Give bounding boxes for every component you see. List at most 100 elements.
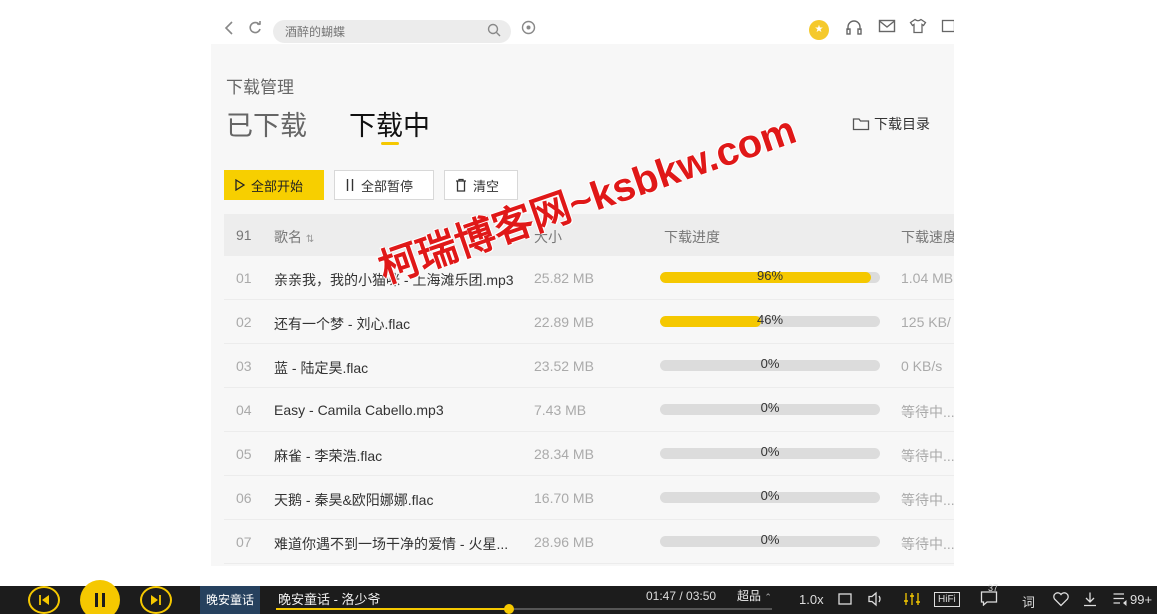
- search-input[interactable]: [285, 20, 475, 43]
- clear-label: 清空: [473, 178, 500, 194]
- search-icon[interactable]: [487, 23, 501, 37]
- download-icon[interactable]: [1082, 591, 1098, 610]
- playback-time: 01:47 / 03:50: [646, 589, 717, 603]
- row-index: 02: [236, 314, 252, 330]
- download-percent: 0%: [760, 400, 780, 415]
- song-name: Easy - Camila Cabello.mp3: [274, 402, 444, 418]
- playback-progress-knob[interactable]: [504, 604, 515, 614]
- download-percent: 0%: [760, 444, 780, 459]
- column-name-label: 歌名: [274, 229, 302, 245]
- file-size: 28.34 MB: [534, 446, 594, 462]
- download-percent: 0%: [760, 356, 780, 371]
- folder-icon: [852, 118, 870, 131]
- playlist-icon[interactable]: [1112, 591, 1128, 610]
- song-name: 难道你遇不到一场干净的爱情 - 火星...: [274, 536, 509, 552]
- search-box: [273, 20, 511, 43]
- song-count: 91: [236, 227, 252, 243]
- playback-progress-fill: [276, 608, 510, 610]
- download-percent: 0%: [760, 532, 780, 547]
- mail-icon[interactable]: [878, 18, 900, 44]
- download-speed: 等待中...: [901, 448, 954, 464]
- menu-icon[interactable]: [941, 18, 954, 44]
- app-window: ★ 下载管理 已下载 下载中 下载目录 全部开始: [0, 0, 1157, 614]
- table-row[interactable]: 05 麻雀 - 李荣浩.flac 28.34 MB 0% 等待中...: [224, 432, 954, 476]
- table-row[interactable]: 07 难道你遇不到一场干净的爱情 - 火星... 28.96 MB 0% 等待中...: [224, 520, 954, 564]
- column-progress: 下载进度: [664, 229, 720, 245]
- download-percent: 0%: [760, 488, 780, 503]
- table-row[interactable]: 02 还有一个梦 - 刘心.flac 22.89 MB 46% 125 KB/: [224, 300, 954, 344]
- favorite-icon[interactable]: [1052, 591, 1070, 610]
- song-name: 麻雀 - 李荣浩.flac: [274, 448, 383, 464]
- file-size: 16.70 MB: [534, 490, 594, 506]
- playlist-count: 99+: [1130, 592, 1153, 607]
- file-size: 7.43 MB: [534, 402, 587, 418]
- song-name: 还有一个梦 - 刘心.flac: [274, 316, 411, 332]
- trash-icon: [456, 178, 466, 192]
- table-row[interactable]: 04 Easy - Camila Cabello.mp3 7.43 MB 0% 等待中.…: [224, 388, 954, 432]
- file-size: 28.96 MB: [534, 534, 594, 550]
- refresh-icon[interactable]: [245, 20, 265, 42]
- download-speed: 等待中...: [901, 404, 954, 420]
- back-icon[interactable]: [219, 20, 239, 42]
- start-all-label: 全部开始: [251, 178, 304, 194]
- equalizer-icon[interactable]: [903, 591, 921, 610]
- file-size: 23.52 MB: [534, 358, 594, 374]
- sort-icon[interactable]: ⇅: [306, 234, 314, 245]
- file-size: 22.89 MB: [534, 314, 594, 330]
- table-row[interactable]: 01 亲亲我，我的小猫咪 - 上海滩乐团.mp3 25.82 MB 96% 1.04 M…: [224, 256, 954, 300]
- album-cover[interactable]: 晚安童话: [200, 586, 260, 614]
- row-index: 01: [236, 270, 252, 286]
- headphone-icon[interactable]: [845, 18, 867, 44]
- chevron-up-icon: ⌃: [764, 592, 772, 602]
- column-name[interactable]: 歌名 ⇅: [274, 227, 314, 247]
- pause-all-button[interactable]: 全部暂停: [334, 170, 434, 200]
- row-index: 04: [236, 402, 252, 418]
- tab-downloaded[interactable]: 已下载: [226, 104, 307, 143]
- song-name: 蓝 - 陆定昊.flac: [274, 360, 369, 376]
- row-index: 05: [236, 446, 252, 462]
- comment-count: 37: [988, 583, 999, 593]
- playback-speed-button[interactable]: 1.0x: [799, 592, 824, 607]
- download-speed: 等待中...: [901, 492, 954, 508]
- table-row[interactable]: 03 蓝 - 陆定昊.flac 23.52 MB 0% 0 KB/s: [224, 344, 954, 388]
- row-index: 03: [236, 358, 252, 374]
- page-breadcrumb: 下载管理: [226, 78, 294, 97]
- play-mode-icon[interactable]: [837, 591, 853, 610]
- download-percent: 46%: [756, 312, 784, 327]
- download-speed: 125 KB/: [901, 314, 951, 330]
- download-directory-link[interactable]: 下载目录: [852, 114, 930, 134]
- download-speed: 等待中...: [901, 536, 954, 552]
- row-index: 06: [236, 490, 252, 506]
- pause-playback-icon[interactable]: [80, 580, 120, 614]
- table-row[interactable]: 06 天鹅 - 秦昊&欧阳娜娜.flac 16.70 MB 0% 等待中...: [224, 476, 954, 520]
- player-bar: 晚安童话 晚安童话 - 洛少爷 01:47 / 03:50 超品 ⌃ 1.0x …: [0, 580, 1157, 614]
- top-bar: ★: [211, 0, 954, 44]
- volume-icon[interactable]: [867, 591, 885, 610]
- column-speed: 下载速度: [901, 229, 954, 245]
- previous-track-icon[interactable]: [28, 586, 60, 614]
- download-speed: 0 KB/s: [901, 358, 943, 374]
- play-icon: [235, 179, 245, 191]
- download-percent: 96%: [756, 268, 784, 283]
- voice-search-icon[interactable]: [518, 20, 538, 42]
- pause-all-label: 全部暂停: [361, 178, 414, 194]
- file-size: 25.82 MB: [534, 270, 594, 286]
- pause-icon: [346, 179, 354, 191]
- hifi-button[interactable]: HiFi: [934, 592, 960, 607]
- quality-label: 超品: [737, 589, 762, 603]
- playback-progress[interactable]: [276, 604, 772, 614]
- download-directory-label: 下载目录: [874, 116, 930, 132]
- skin-icon[interactable]: [909, 18, 931, 44]
- lyric-button[interactable]: 词: [1022, 592, 1035, 611]
- now-playing-title[interactable]: 晚安童话 - 洛少爷: [278, 589, 381, 608]
- quality-select[interactable]: 超品 ⌃: [737, 587, 772, 604]
- row-index: 07: [236, 534, 252, 550]
- download-panel: ★ 下载管理 已下载 下载中 下载目录 全部开始: [211, 0, 954, 566]
- vip-badge-icon[interactable]: ★: [809, 20, 829, 40]
- active-tab-indicator: [381, 142, 399, 145]
- start-all-button[interactable]: 全部开始: [224, 170, 324, 200]
- next-track-icon[interactable]: [140, 586, 172, 614]
- song-name: 天鹅 - 秦昊&欧阳娜娜.flac: [274, 492, 434, 508]
- tab-downloading[interactable]: 下载中: [349, 104, 430, 143]
- download-speed: 1.04 MB: [901, 270, 954, 286]
